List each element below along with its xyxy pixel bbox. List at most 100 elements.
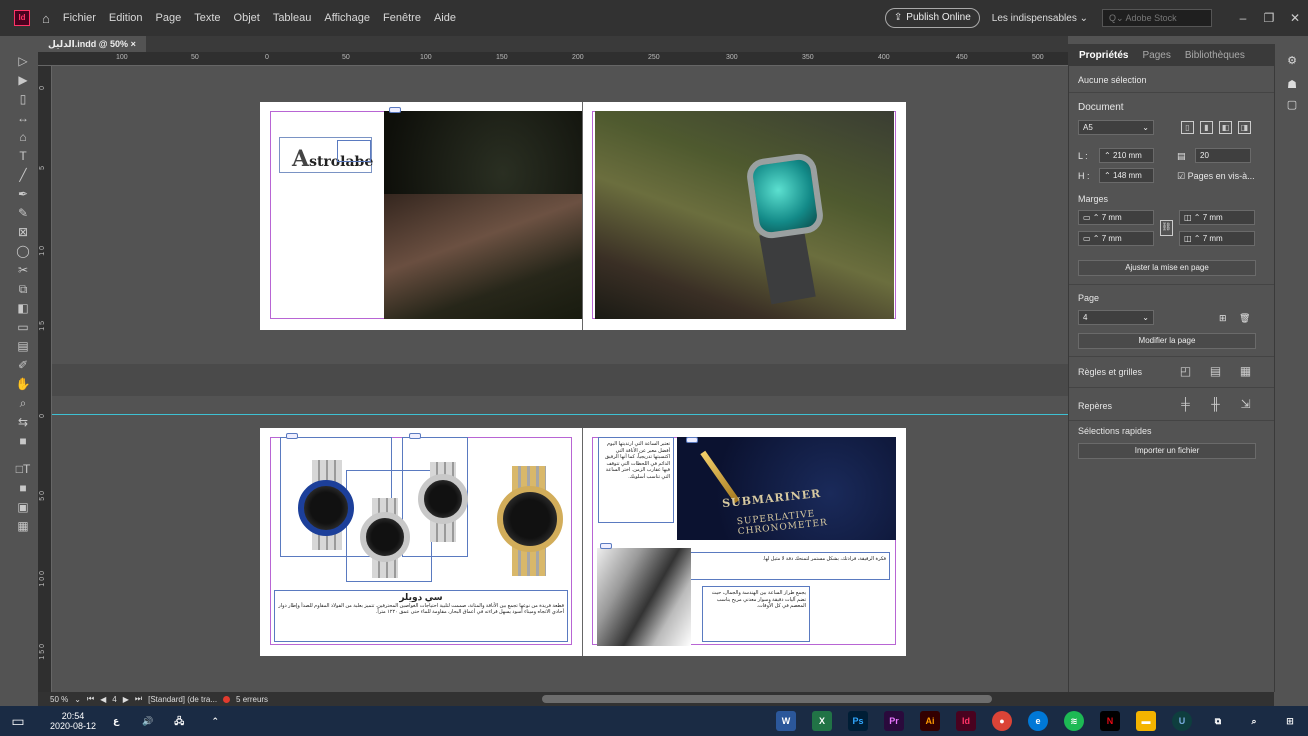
word-icon[interactable]: W bbox=[776, 711, 796, 731]
rulers-icon[interactable]: ◰ bbox=[1179, 365, 1192, 379]
chevron-up-icon[interactable]: ⌃ bbox=[205, 711, 225, 731]
photoshop-icon[interactable]: Ps bbox=[848, 711, 868, 731]
chrome-icon[interactable]: ● bbox=[992, 711, 1012, 731]
close-window-icon[interactable]: ✕ bbox=[1282, 11, 1308, 25]
edge-icon[interactable]: e bbox=[1028, 711, 1048, 731]
minimize-icon[interactable]: – bbox=[1230, 11, 1256, 25]
menu-edition[interactable]: Edition bbox=[109, 12, 143, 24]
modify-page-button[interactable]: Modifier la page bbox=[1078, 333, 1256, 349]
preflight-profile[interactable]: [Standard] (de tra... bbox=[148, 695, 217, 704]
menu-fichier[interactable]: Fichier bbox=[63, 12, 96, 24]
portrait-orientation-icon[interactable]: ▯ bbox=[1181, 121, 1194, 134]
link-margins-icon[interactable]: ⛓ bbox=[1160, 220, 1173, 236]
selection-tool-icon[interactable]: ▷ bbox=[8, 52, 38, 71]
scissors-tool-icon[interactable]: ✂ bbox=[8, 261, 38, 280]
margin-right-field[interactable]: ◫ ⌃ 7 mm bbox=[1179, 231, 1255, 246]
baseline-grid-icon[interactable]: ▤ bbox=[1209, 365, 1222, 379]
properties-dock-icon[interactable]: ⚙ bbox=[1285, 54, 1299, 68]
watch-on-rock-photo[interactable] bbox=[595, 111, 894, 319]
workspace-switcher[interactable]: Les indispensables ⌄ bbox=[992, 13, 1088, 24]
apply-color-icon[interactable]: ■ bbox=[8, 479, 38, 498]
hand-tool-icon[interactable]: ✋ bbox=[8, 375, 38, 394]
page-select[interactable]: 4 ⌄ bbox=[1078, 310, 1154, 325]
rock-moss-photo[interactable] bbox=[384, 111, 582, 320]
menu-page[interactable]: Page bbox=[156, 12, 182, 24]
document-tab[interactable]: الدليل.indd @ 50% × bbox=[38, 36, 146, 52]
clock[interactable]: 20:54 2020-08-12 bbox=[50, 711, 96, 731]
gap-tool-icon[interactable]: ↔ bbox=[8, 109, 38, 128]
home-icon[interactable]: ⌂ bbox=[42, 11, 50, 26]
premiere-icon[interactable]: Pr bbox=[884, 711, 904, 731]
network-icon[interactable]: 🖧 bbox=[169, 711, 189, 731]
volume-icon[interactable]: 🔊 bbox=[142, 711, 153, 731]
gradient-swatch-tool-icon[interactable]: ◧ bbox=[8, 299, 38, 318]
frame-link-icon[interactable] bbox=[600, 543, 612, 549]
spotify-icon[interactable]: ≋ bbox=[1064, 711, 1084, 731]
delete-page-icon[interactable]: 🗑 bbox=[1239, 313, 1250, 324]
indesign-app-icon[interactable]: Id bbox=[14, 10, 30, 26]
swap-colors-icon[interactable]: ⇆ bbox=[8, 413, 38, 432]
illustrator-icon[interactable]: Ai bbox=[920, 711, 940, 731]
menu-fenetre[interactable]: Fenêtre bbox=[383, 12, 421, 24]
direct-selection-tool-icon[interactable]: ▶ bbox=[8, 71, 38, 90]
cc-libraries-dock-icon[interactable]: ☗ bbox=[1285, 78, 1299, 92]
gmt-black-watch[interactable] bbox=[418, 474, 468, 524]
content-collector-icon[interactable]: ⌂ bbox=[8, 128, 38, 147]
gradient-feather-tool-icon[interactable]: ▭ bbox=[8, 318, 38, 337]
menu-tableau[interactable]: Tableau bbox=[273, 12, 312, 24]
pages-dock-icon[interactable]: ▢ bbox=[1285, 98, 1299, 112]
smart-guides-icon[interactable]: ⇲ bbox=[1239, 398, 1252, 412]
width-field[interactable]: ⌃ 210 mm bbox=[1099, 148, 1154, 163]
notification-icon[interactable]: ▭ bbox=[8, 711, 28, 731]
language-indicator[interactable]: ع bbox=[106, 711, 126, 731]
caption-text-frame[interactable]: سي دويلر قطعة فريدة من نوعها تجمع بين ال… bbox=[274, 590, 568, 642]
menu-aide[interactable]: Aide bbox=[434, 12, 456, 24]
bottom-text-frame[interactable]: يجمع طراز الساعة بين الهندسة والجمال، حي… bbox=[702, 586, 810, 642]
margin-left-field[interactable]: ◫ ⌃ 7 mm bbox=[1179, 210, 1255, 225]
tab-proprietes[interactable]: Propriétés bbox=[1079, 50, 1128, 61]
zoom-tool-icon[interactable]: ⌕ bbox=[8, 394, 38, 413]
middle-text-frame[interactable]: فكرة الرفيقة، فرادتك، بشكل مستمر لتمنحك … bbox=[690, 552, 890, 580]
type-tool-icon[interactable]: T bbox=[8, 147, 38, 166]
zoom-level[interactable]: 50 % bbox=[50, 695, 68, 704]
show-guides-icon[interactable]: ╪ bbox=[1179, 398, 1192, 412]
tab-pages[interactable]: Pages bbox=[1142, 50, 1170, 61]
page-number-field[interactable]: 4 bbox=[112, 695, 116, 704]
adjust-layout-button[interactable]: Ajuster la mise en page bbox=[1078, 260, 1256, 276]
app-u-icon[interactable]: U bbox=[1172, 711, 1192, 731]
bracelet-clasp-photo[interactable] bbox=[597, 548, 691, 646]
excel-icon[interactable]: X bbox=[812, 711, 832, 731]
horizontal-guide[interactable] bbox=[52, 414, 1068, 415]
rectangle-frame-tool-icon[interactable]: ⊠ bbox=[8, 223, 38, 242]
logo-inner-frame[interactable] bbox=[337, 140, 371, 162]
pencil-tool-icon[interactable]: ✎ bbox=[8, 204, 38, 223]
prev-page-icon[interactable]: ◀ bbox=[100, 695, 106, 704]
last-page-icon[interactable]: ⏭ bbox=[135, 694, 142, 704]
deepsea-blue-watch[interactable] bbox=[298, 480, 354, 536]
indesign-taskbar-icon[interactable]: Id bbox=[956, 711, 976, 731]
adobe-stock-search[interactable]: Q⌄ Adobe Stock bbox=[1102, 9, 1212, 27]
binding-right-icon[interactable]: ◨ bbox=[1238, 121, 1251, 134]
free-transform-tool-icon[interactable]: ⧉ bbox=[8, 280, 38, 299]
error-count[interactable]: 5 erreurs bbox=[236, 695, 268, 704]
document-preset-select[interactable]: A5 ⌄ bbox=[1078, 120, 1154, 135]
search-icon[interactable]: ⌕ bbox=[1244, 711, 1264, 731]
view-mode-icon[interactable]: ▣ bbox=[8, 498, 38, 517]
pen-tool-icon[interactable]: ✒ bbox=[8, 185, 38, 204]
line-tool-icon[interactable]: ╱ bbox=[8, 166, 38, 185]
binding-left-icon[interactable]: ◧ bbox=[1219, 121, 1232, 134]
frame-link-icon[interactable] bbox=[286, 433, 298, 439]
vertical-ruler[interactable]: 0 5 1 0 1 5 0 5 0 1 0 0 1 5 0 bbox=[38, 66, 52, 696]
first-page-icon[interactable]: ⏮ bbox=[87, 694, 94, 704]
formatting-affects-container-icon[interactable]: □T bbox=[8, 460, 38, 479]
margin-top-field[interactable]: ▭ ⌃ 7 mm bbox=[1078, 210, 1154, 225]
next-page-icon[interactable]: ▶ bbox=[123, 695, 129, 704]
submariner-dial-photo[interactable]: SUBMARINER SUPERLATIVE CHRONOMETER bbox=[677, 437, 896, 540]
frame-link-icon[interactable] bbox=[409, 433, 421, 439]
start-menu-icon[interactable]: ⊞ bbox=[1280, 711, 1300, 731]
horizontal-scrollbar[interactable] bbox=[542, 695, 992, 703]
eyedropper-tool-icon[interactable]: ✐ bbox=[8, 356, 38, 375]
restore-icon[interactable]: ❐ bbox=[1256, 11, 1282, 25]
screen-mode-icon[interactable]: ▦ bbox=[8, 517, 38, 536]
document-grid-icon[interactable]: ▦ bbox=[1239, 365, 1252, 379]
